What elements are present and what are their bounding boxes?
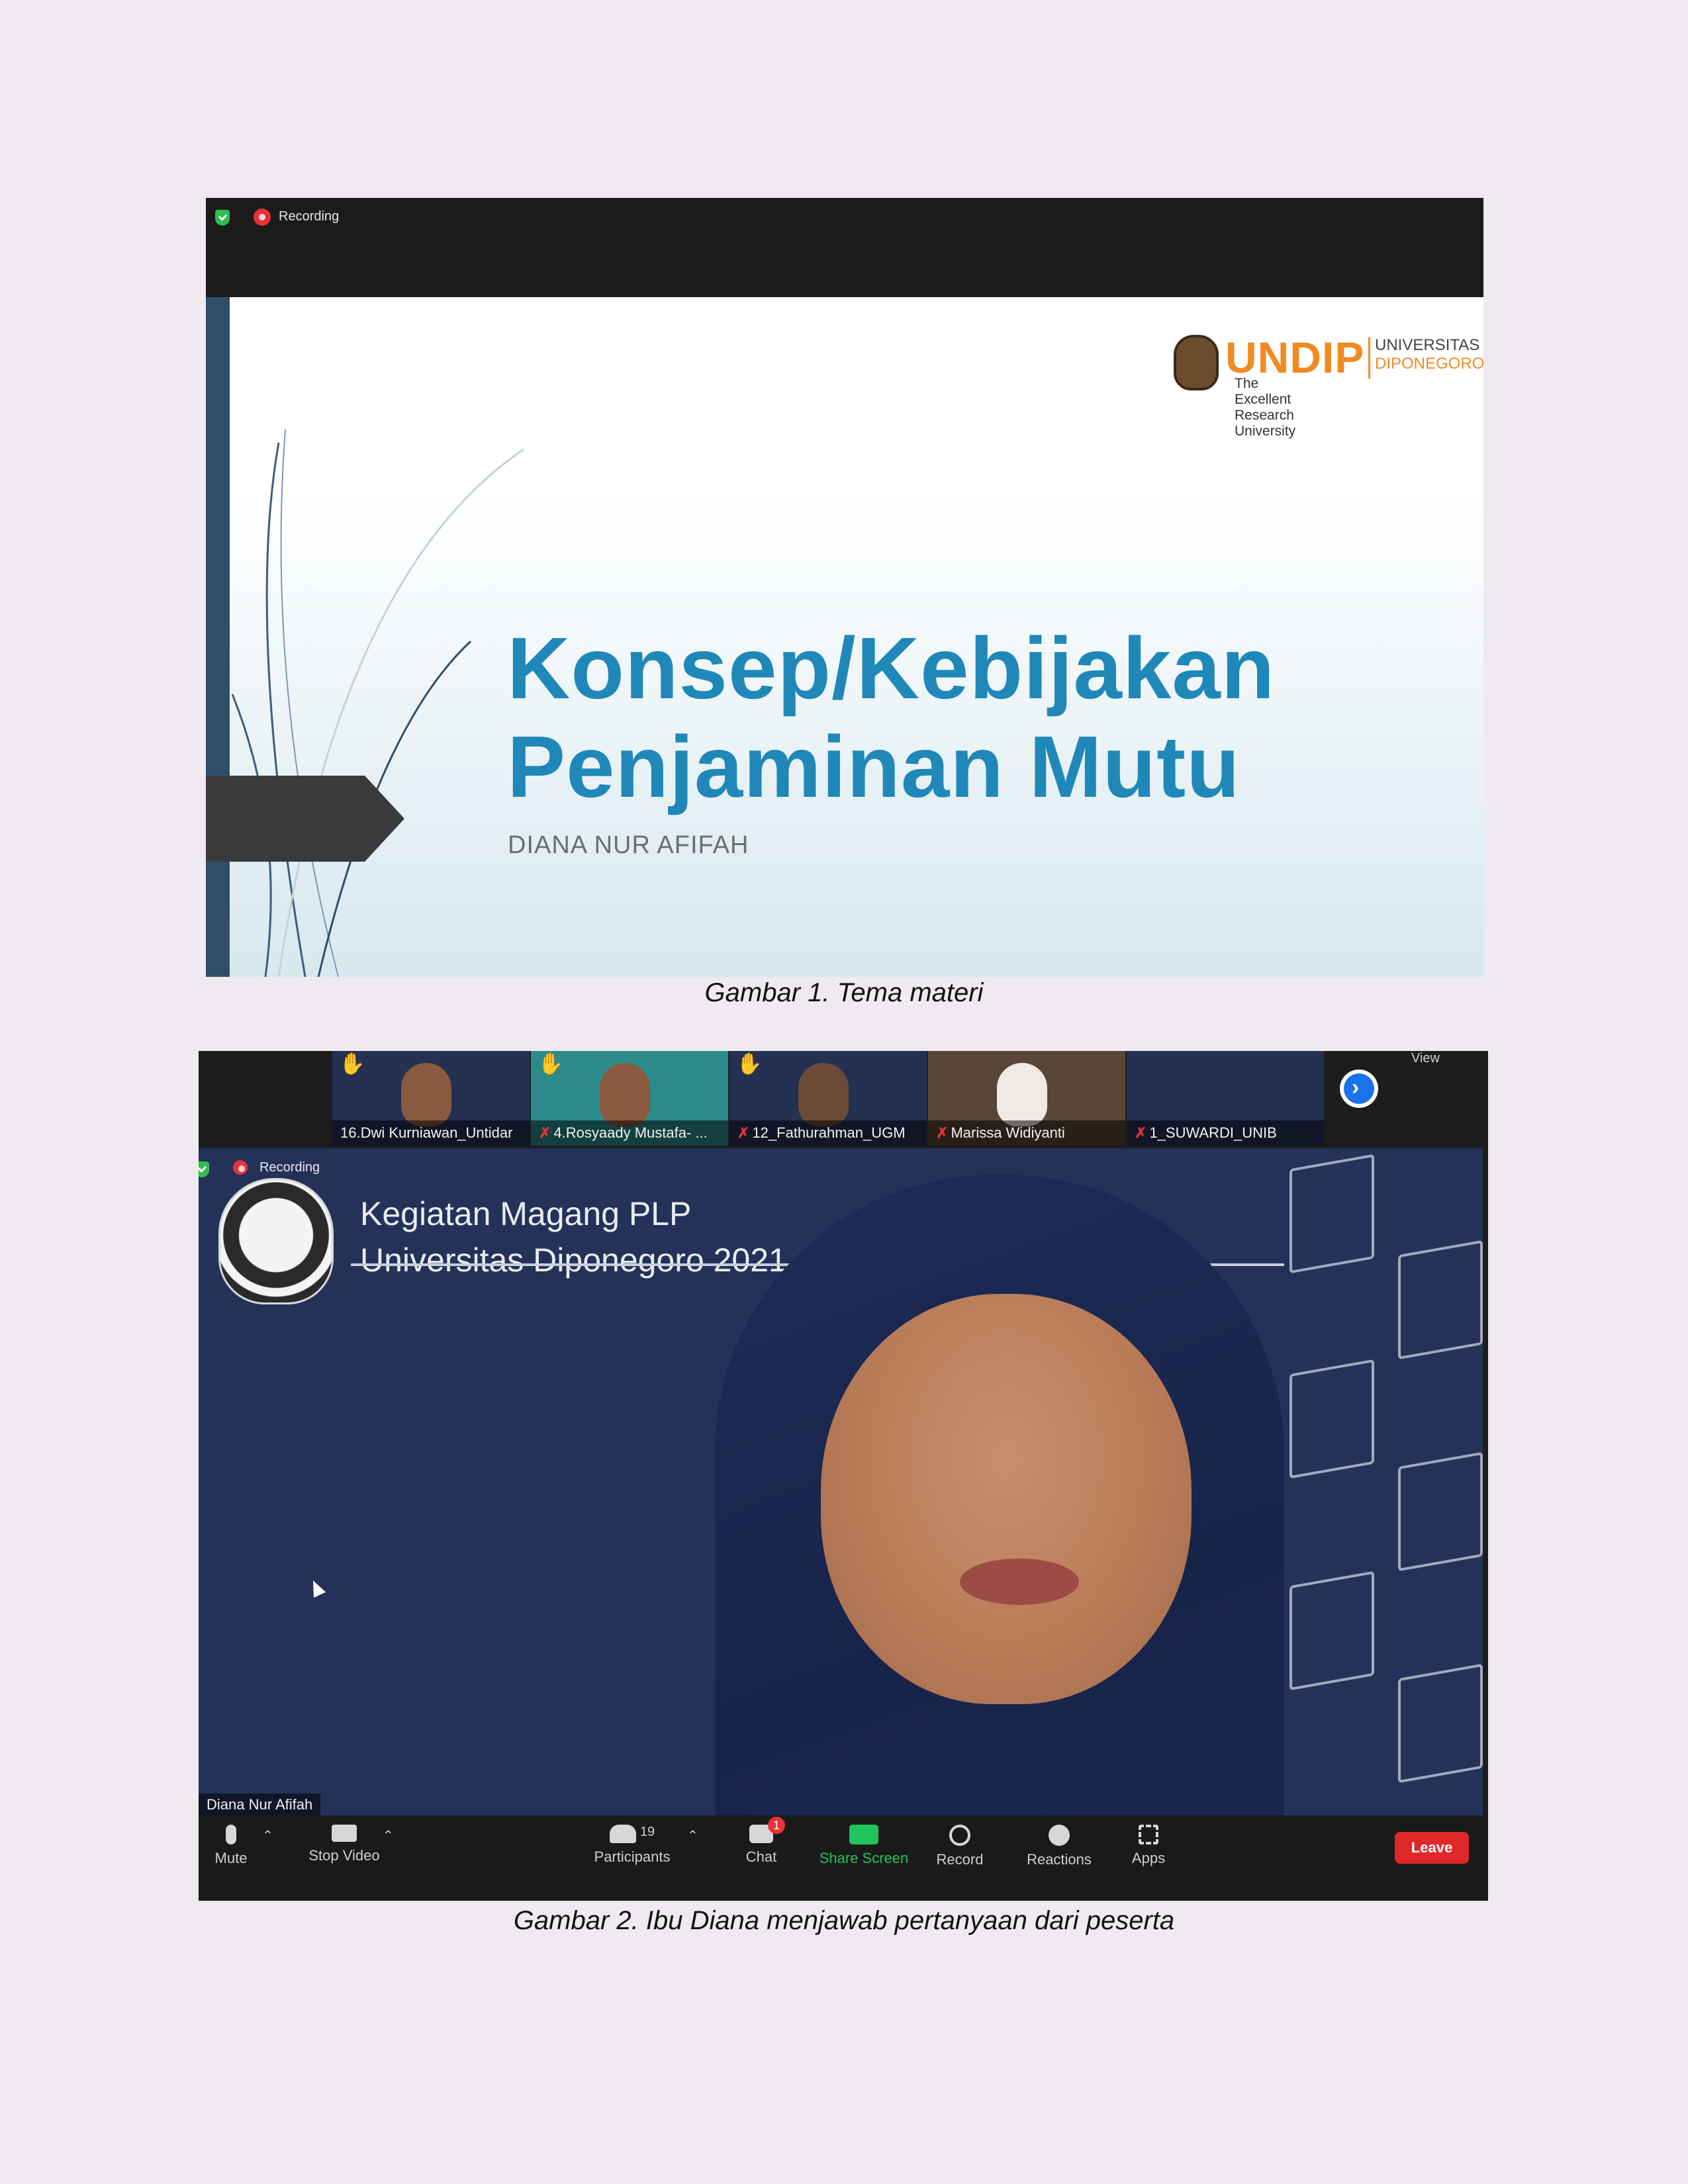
meeting-controls-bar: Mute ⌃ Stop Video ⌃ 19 Participants ⌃ 1 … [199, 1815, 1488, 1901]
security-shield-icon[interactable] [199, 1161, 209, 1177]
recording-icon [233, 1160, 248, 1175]
university-emblem-icon [218, 1178, 334, 1304]
speaker-name-label: Diana Nur Afifah [199, 1794, 321, 1815]
books-decoration-icon [1289, 1154, 1374, 1274]
slide-arrow-shape [206, 776, 404, 862]
slide-title-line-1: Konsep/Kebijakan [507, 619, 1276, 717]
speaker-mouth [960, 1559, 1079, 1605]
apps-icon [1139, 1825, 1158, 1844]
share-screen-button[interactable]: Share Screen [818, 1825, 910, 1867]
chat-label: Chat [745, 1848, 777, 1865]
recording-label: Recording [259, 1160, 320, 1175]
leave-button[interactable]: Leave [1395, 1832, 1469, 1864]
stop-video-button[interactable]: Stop Video [298, 1825, 391, 1864]
slide-decorative-curves [231, 429, 524, 977]
participant-thumbnail[interactable]: ✋ ✗ 12_Fathurahman_UGM [729, 1051, 927, 1146]
logo-universitas: UNIVERSITAS [1375, 336, 1480, 354]
books-decoration-icon [1398, 1663, 1483, 1784]
logo-tagline: The Excellent Research University [1235, 376, 1296, 439]
muted-mic-icon: ✗ [737, 1124, 750, 1141]
mouse-cursor-icon [306, 1577, 326, 1598]
books-decoration-icon [1398, 1451, 1483, 1572]
participant-name: ✗ 1_SUWARDI_UNIB [1135, 1124, 1277, 1141]
participant-name: ✗ 4.Rosyaady Mustafa- ... [539, 1124, 708, 1141]
books-decoration-icon [1289, 1359, 1374, 1479]
view-button[interactable]: View [1411, 1051, 1440, 1066]
logo-diponegoro: DIPONEGORO [1375, 355, 1483, 373]
raised-hand-icon: ✋ [736, 1052, 763, 1075]
slide-author: DIANA NUR AFIFAH [508, 831, 749, 859]
apps-label: Apps [1131, 1850, 1166, 1866]
participant-thumbnail[interactable]: ✋ ✗ 4.Rosyaady Mustafa- ... [531, 1051, 728, 1146]
raised-hand-icon: ✋ [538, 1052, 564, 1075]
books-decoration-icon [1289, 1570, 1374, 1691]
chat-button[interactable]: 1 Chat [735, 1817, 788, 1866]
participant-name: 16.Dwi Kurniawan_Untidar [340, 1124, 513, 1141]
figure-2-caption: Gambar 2. Ibu Diana menjawab pertanyaan … [513, 1906, 1175, 1935]
books-decoration-icon [1398, 1240, 1483, 1360]
participant-thumbnail[interactable]: ✋ 16.Dwi Kurniawan_Untidar [332, 1051, 530, 1146]
undip-seal-icon [1174, 335, 1219, 390]
stop-video-label: Stop Video [308, 1847, 380, 1864]
share-screen-icon [849, 1825, 878, 1844]
record-button[interactable]: Record [933, 1825, 986, 1868]
screenshot-zoom-meeting: View ✋ 16.Dwi Kurniawan_Untidar ✋ ✗ 4.Ros… [199, 1051, 1488, 1901]
screenshot-presentation-slide: Recording UNDIP UNIVERSITAS DIPONEGORO T… [206, 198, 1483, 977]
smiley-icon [1049, 1825, 1070, 1846]
video-options-caret-icon[interactable]: ⌃ [383, 1827, 394, 1844]
participants-label: Participants [594, 1848, 671, 1865]
reactions-label: Reactions [1027, 1851, 1092, 1868]
slide-title-line-2: Penjaminan Mutu [507, 718, 1241, 815]
logo-separator [1368, 338, 1370, 379]
participant-thumbnail[interactable]: ✗ Marissa Widiyanti [928, 1051, 1125, 1146]
undip-wordmark: UNDIP [1225, 333, 1365, 382]
participants-options-caret-icon[interactable]: ⌃ [687, 1827, 698, 1844]
speaker-face [821, 1294, 1192, 1704]
background-title-line-1: Kegiatan Magang PLP [360, 1195, 692, 1232]
participant-video [997, 1063, 1047, 1126]
video-camera-icon [332, 1825, 357, 1842]
participants-button[interactable]: 19 Participants [583, 1825, 682, 1866]
background-title-line-2: Universitas Diponegoro 2021 [360, 1242, 787, 1279]
active-speaker-video: Recording Kegiatan Magang PLP Universita… [199, 1148, 1483, 1815]
participant-thumbnail[interactable]: ✗ 1_SUWARDI_UNIB [1127, 1051, 1324, 1146]
muted-mic-icon: ✗ [539, 1124, 551, 1141]
security-shield-icon[interactable] [215, 210, 230, 226]
participant-video [600, 1063, 650, 1126]
figure-1-caption: Gambar 1. Tema materi [704, 978, 984, 1007]
record-icon [949, 1825, 970, 1846]
participant-video [401, 1063, 451, 1126]
muted-mic-icon: ✗ [1135, 1124, 1147, 1141]
mute-label: Mute [214, 1850, 248, 1866]
recording-label: Recording [279, 209, 340, 224]
chat-icon: 1 [749, 1817, 785, 1843]
chevron-right-icon: › [1352, 1075, 1360, 1100]
raised-hand-icon: ✋ [339, 1052, 365, 1075]
share-screen-label: Share Screen [819, 1850, 909, 1866]
meeting-top-bar: Recording [206, 198, 1483, 297]
apps-button[interactable]: Apps [1125, 1825, 1172, 1867]
microphone-icon [226, 1825, 236, 1844]
mute-button[interactable]: Mute [209, 1825, 253, 1867]
participants-icon [609, 1825, 636, 1843]
participants-count: 19 [639, 1825, 655, 1839]
reactions-button[interactable]: Reactions [1023, 1825, 1096, 1868]
participant-name: ✗ 12_Fathurahman_UGM [737, 1124, 906, 1141]
shared-slide: UNDIP UNIVERSITAS DIPONEGORO The Excelle… [206, 297, 1483, 977]
audio-options-caret-icon[interactable]: ⌃ [262, 1827, 273, 1844]
participant-video [798, 1063, 849, 1126]
participant-name: ✗ Marissa Widiyanti [936, 1124, 1065, 1141]
recording-icon [254, 208, 271, 226]
record-label: Record [936, 1851, 984, 1868]
muted-mic-icon: ✗ [936, 1124, 949, 1141]
chat-unread-badge: 1 [768, 1817, 785, 1834]
next-page-button[interactable]: › [1340, 1069, 1378, 1108]
